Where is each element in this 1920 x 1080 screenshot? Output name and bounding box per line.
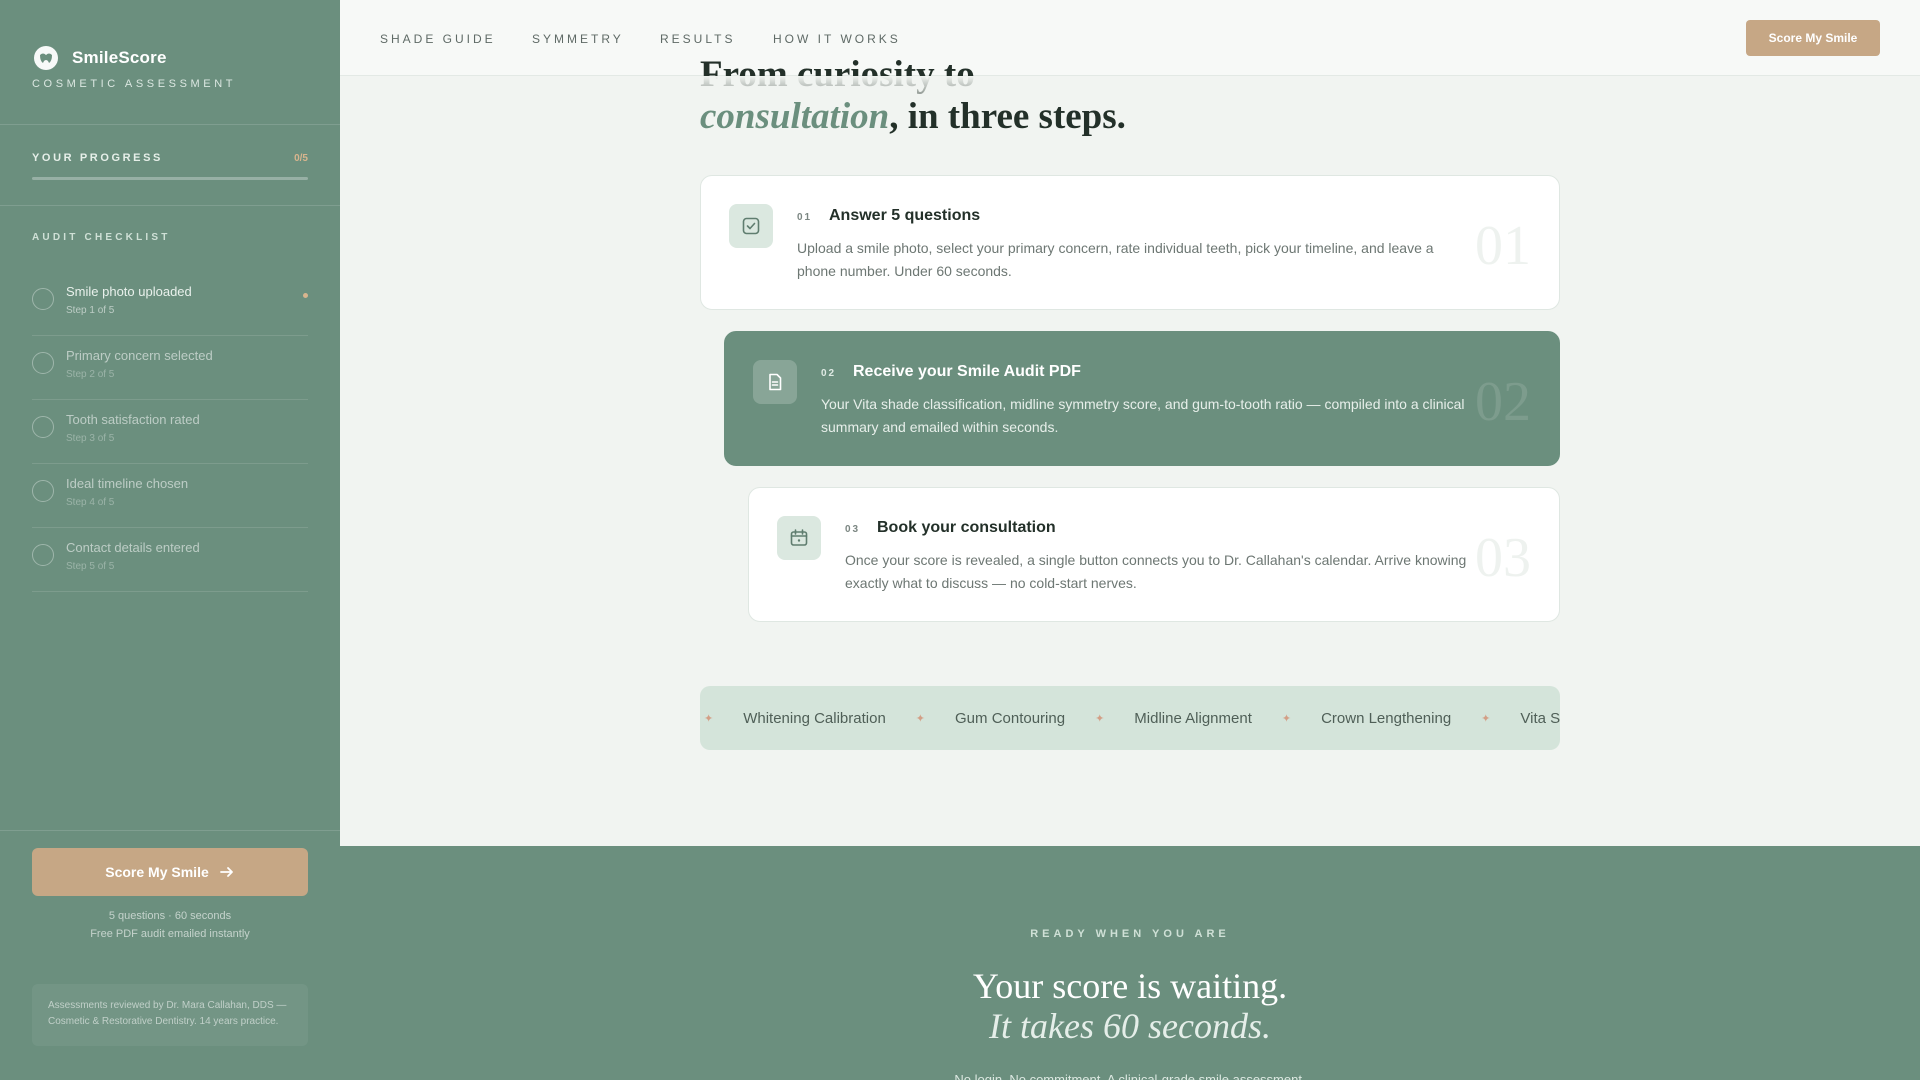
- step-card-3[interactable]: 03 Book your consultation Once your scor…: [748, 487, 1560, 622]
- ticker-separator-icon: ✦: [1281, 712, 1292, 725]
- ticker-item: Whitening Calibration: [743, 709, 886, 727]
- arrow-right-icon: [219, 867, 233, 877]
- ticker-separator-icon: ✦: [1481, 712, 1491, 725]
- band-subtext: No login. No commitment. A clinical-grad…: [954, 1072, 1306, 1080]
- step-title: Book your consultation: [877, 519, 1056, 536]
- step-watermark-number: 01: [1475, 215, 1531, 277]
- step-description: Upload a smile photo, select your primar…: [797, 240, 1434, 279]
- check-circle-icon[interactable]: [32, 288, 54, 310]
- calendar-icon: [777, 516, 821, 560]
- checklist-item-title: Contact details entered: [66, 540, 200, 555]
- cta-band: READY WHEN YOU ARE Your score is waiting…: [340, 846, 1920, 1080]
- top-nav: SHADE GUIDE SYMMETRY RESULTS HOW IT WORK…: [340, 0, 1920, 76]
- step-watermark-number: 02: [1475, 371, 1531, 433]
- band-subtitle-italic: It takes 60 seconds.: [989, 1006, 1271, 1046]
- heading-fade: [680, 76, 1580, 102]
- reviewer-note: Assessments reviewed by Dr. Mara Callaha…: [32, 984, 308, 1046]
- nav-link-results[interactable]: RESULTS: [660, 32, 735, 46]
- current-step-dot-icon: [303, 293, 308, 298]
- tooth-logo-icon: [34, 46, 58, 70]
- step-number: 01: [797, 212, 813, 223]
- nav-score-button[interactable]: Score My Smile: [1746, 20, 1880, 56]
- step-card-1[interactable]: 01 Answer 5 questions Upload a smile pho…: [700, 175, 1560, 310]
- checklist-item-step: Step 5 of 5: [66, 561, 115, 572]
- checklist-item-step: Step 3 of 5: [66, 433, 115, 444]
- step-number: 02: [821, 368, 837, 379]
- ticker-separator-icon: ✦: [704, 712, 714, 725]
- sidebar-divider: [0, 830, 340, 831]
- ticker-track: ✦ Whitening Calibration ✦ Gum Contouring…: [700, 686, 1560, 750]
- checklist-item-photo[interactable]: Smile photo uploaded Step 1 of 5: [32, 272, 308, 336]
- check-circle-icon[interactable]: [32, 352, 54, 374]
- checklist-item-title: Tooth satisfaction rated: [66, 412, 200, 427]
- step-number: 03: [845, 524, 861, 535]
- band-title: Your score is waiting.: [972, 966, 1288, 1006]
- nav-link-how-it-works[interactable]: HOW IT WORKS: [773, 32, 901, 46]
- step-watermark-number: 03: [1475, 527, 1531, 589]
- progress-label: YOUR PROGRESS: [32, 152, 163, 164]
- sidebar: SmileScore COSMETIC ASSESSMENT YOUR PROG…: [0, 0, 340, 1080]
- ticker-separator-icon: ✦: [915, 712, 926, 725]
- progress-bar: [32, 177, 308, 180]
- heading-emphasis: consultation: [700, 96, 890, 137]
- progress-count: 0/5: [294, 153, 308, 164]
- checklist-item-step: Step 2 of 5: [66, 369, 115, 380]
- brand[interactable]: SmileScore: [32, 44, 167, 72]
- ticker-item: Gum Contouring: [955, 709, 1066, 727]
- sidebar-score-button[interactable]: Score My Smile: [32, 848, 308, 896]
- heading-rest: , in three steps.: [889, 96, 1126, 137]
- checklist-item-concern[interactable]: Primary concern selected Step 2 of 5: [32, 336, 308, 400]
- sidebar-note-duration: 5 questions · 60 seconds: [108, 910, 232, 922]
- checklist-item-step: Step 1 of 5: [66, 305, 115, 316]
- checklist-item-title: Smile photo uploaded: [66, 284, 192, 299]
- checklist-item-title: Ideal timeline chosen: [66, 476, 189, 491]
- checkbox-icon: [729, 204, 773, 248]
- checklist-item-step: Step 4 of 5: [66, 497, 115, 508]
- band-kicker: READY WHEN YOU ARE: [1030, 928, 1230, 940]
- sidebar-divider: [0, 205, 340, 206]
- nav-link-shade-guide[interactable]: SHADE GUIDE: [380, 32, 496, 46]
- check-circle-icon[interactable]: [32, 544, 54, 566]
- step-title: Receive your Smile Audit PDF: [853, 363, 1081, 380]
- sidebar-divider: [0, 124, 340, 125]
- step-title: Answer 5 questions: [829, 207, 981, 224]
- checklist-item-contact[interactable]: Contact details entered Step 5 of 5: [32, 528, 308, 592]
- ticker-item: Crown Lengthening: [1321, 709, 1452, 727]
- check-circle-icon[interactable]: [32, 416, 54, 438]
- ticker-item: Midline Alignment: [1134, 709, 1252, 727]
- document-icon: [753, 360, 797, 404]
- brand-subtitle: COSMETIC ASSESSMENT: [32, 78, 237, 90]
- sidebar-note-pdf: Free PDF audit emailed instantly: [90, 928, 250, 940]
- step-card-2[interactable]: 02 Receive your Smile Audit PDF Your Vit…: [724, 331, 1560, 466]
- checklist-item-title: Primary concern selected: [66, 348, 213, 363]
- checklist-label: AUDIT CHECKLIST: [32, 232, 171, 243]
- brand-name: SmileScore: [72, 48, 167, 67]
- step-description: Your Vita shade classification, midline …: [821, 396, 1465, 435]
- services-ticker: ✦ Whitening Calibration ✦ Gum Contouring…: [700, 686, 1560, 750]
- checklist-item-timeline[interactable]: Ideal timeline chosen Step 4 of 5: [32, 464, 308, 528]
- checklist-item-satisfaction[interactable]: Tooth satisfaction rated Step 3 of 5: [32, 400, 308, 464]
- check-circle-icon[interactable]: [32, 480, 54, 502]
- nav-link-symmetry[interactable]: SYMMETRY: [532, 32, 624, 46]
- ticker-separator-icon: ✦: [1095, 712, 1105, 725]
- ticker-item: Vita Shade: [1520, 709, 1560, 727]
- sidebar-score-button-label: Score My Smile: [105, 864, 209, 880]
- step-description: Once your score is revealed, a single bu…: [845, 552, 1467, 591]
